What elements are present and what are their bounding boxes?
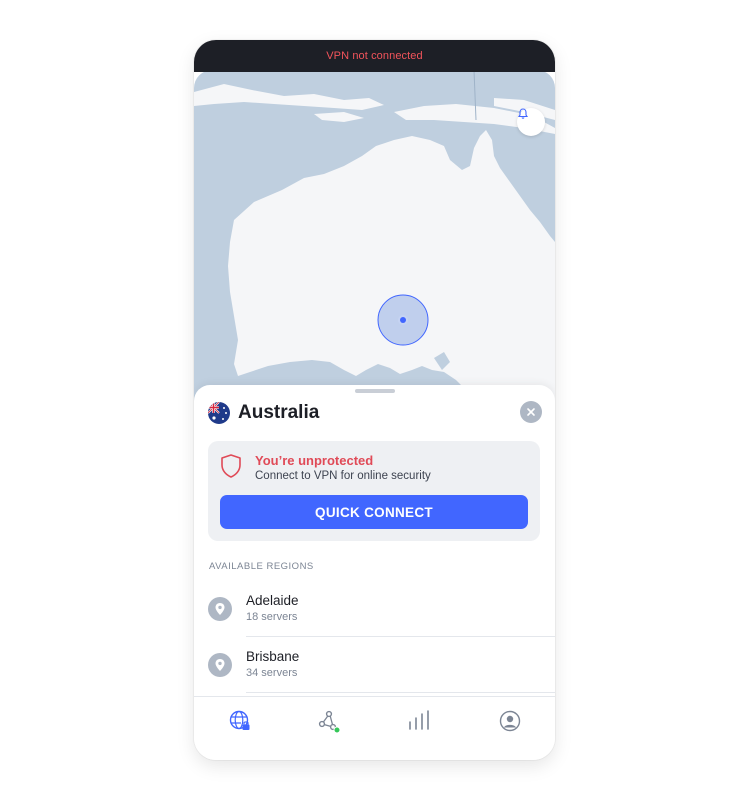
protection-status-title: You’re unprotected [255, 453, 374, 468]
country-name: Australia [238, 402, 320, 423]
close-icon [527, 408, 535, 416]
location-pin-icon [208, 653, 232, 677]
region-name: Adelaide [246, 593, 299, 608]
region-server-count: 34 servers [246, 667, 298, 679]
close-button[interactable] [520, 401, 542, 423]
nav-item-meshnet[interactable] [315, 707, 343, 735]
region-server-count: 18 servers [246, 611, 298, 623]
shield-icon [221, 454, 241, 478]
protection-status-card: You’re unprotected Connect to VPN for on… [208, 441, 540, 541]
region-item-adelaide[interactable]: Adelaide 18 servers [194, 581, 555, 637]
sheet-drag-handle[interactable] [355, 389, 395, 393]
profile-icon [499, 710, 521, 732]
region-item-brisbane[interactable]: Brisbane 34 servers [194, 637, 555, 693]
quick-connect-button[interactable]: QUICK CONNECT [220, 495, 528, 529]
vpn-status-bar: VPN not connected [194, 40, 555, 72]
phone-frame: VPN not connected Australia You’re unpro… [194, 40, 555, 760]
region-name: Brisbane [246, 649, 300, 664]
map-view[interactable] [194, 70, 555, 430]
location-pin-icon [208, 597, 232, 621]
country-header: Australia [208, 401, 319, 425]
nav-item-stats[interactable] [406, 707, 434, 735]
vpn-status-text: VPN not connected [326, 50, 423, 62]
map-graphic [194, 70, 555, 430]
notifications-button[interactable] [517, 108, 545, 136]
bell-icon [517, 108, 529, 119]
bottom-nav [194, 696, 555, 760]
globe-lock-icon [229, 710, 250, 730]
meshnet-icon [318, 710, 341, 733]
divider [246, 692, 555, 693]
stats-icon [409, 710, 429, 730]
nav-item-profile[interactable] [496, 707, 524, 735]
nav-item-vpn[interactable] [226, 707, 254, 735]
available-regions-label: AVAILABLE REGIONS [209, 561, 314, 572]
protection-status-subtitle: Connect to VPN for online security [255, 470, 431, 482]
australia-flag-icon [208, 402, 230, 424]
